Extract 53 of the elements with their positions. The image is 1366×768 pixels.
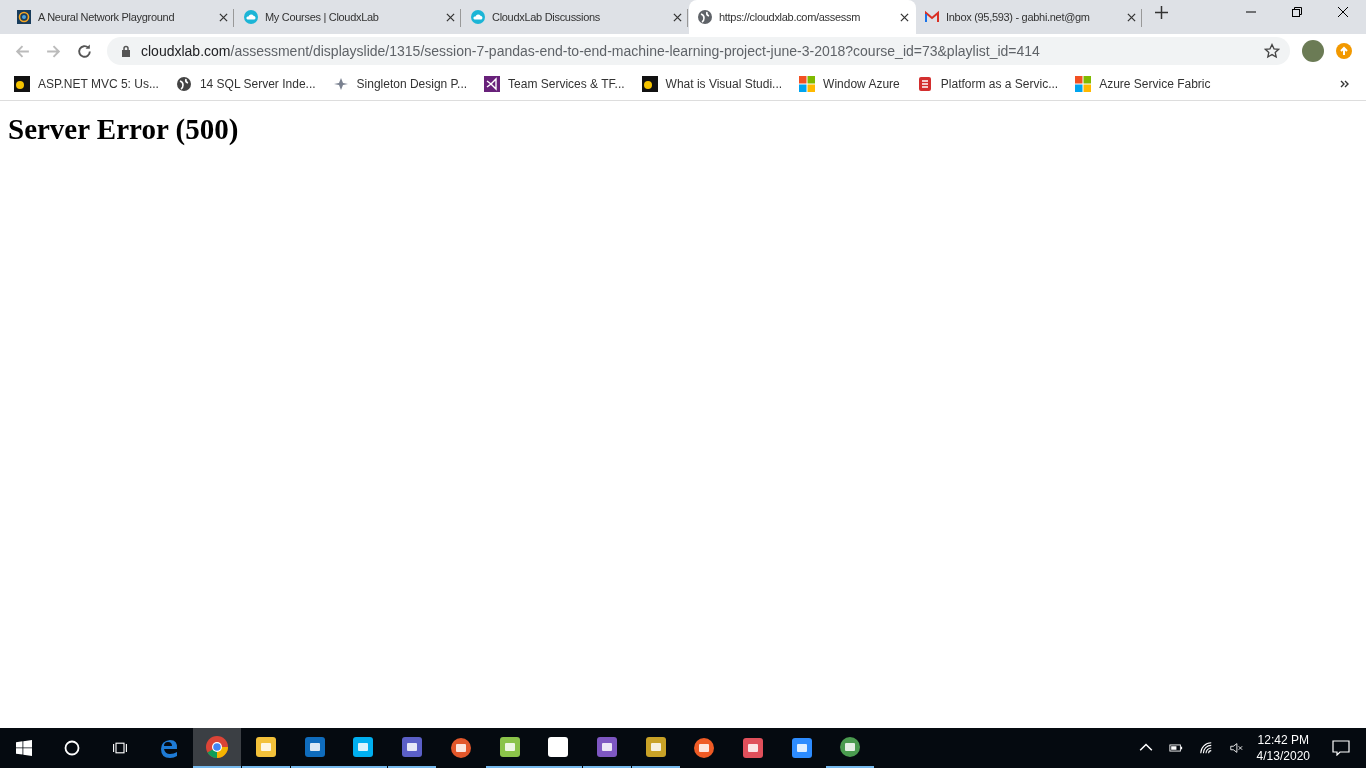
close-icon[interactable] bbox=[1337, 6, 1349, 18]
browser-tab[interactable]: A Neural Network Playground bbox=[8, 0, 235, 34]
chrome-icon bbox=[205, 735, 230, 759]
browser-tab[interactable]: Inbox (95,593) - gabhi.net@gm bbox=[916, 0, 1143, 34]
page-heading: Server Error (500) bbox=[8, 113, 240, 146]
new-tab-icon[interactable] bbox=[1155, 5, 1168, 19]
close-tab-icon[interactable] bbox=[1127, 12, 1136, 22]
profile-avatar[interactable] bbox=[1302, 40, 1324, 62]
windows-start-icon[interactable] bbox=[16, 740, 32, 756]
restore-icon[interactable] bbox=[1291, 6, 1303, 18]
browser-tab[interactable]: CloudxLab Discussions bbox=[462, 0, 689, 34]
document-icon bbox=[916, 76, 933, 92]
bookmark-item[interactable]: 14 SQL Server Inde... bbox=[175, 76, 316, 92]
bookmark-star-icon[interactable] bbox=[1264, 43, 1280, 59]
clock-time: 12:42 PM bbox=[1257, 732, 1309, 748]
bookmark-item[interactable]: Azure Service Fabric bbox=[1075, 76, 1211, 92]
close-tab-icon[interactable] bbox=[900, 12, 909, 22]
bookmark-item[interactable]: What is Visual Studi... bbox=[641, 76, 783, 92]
bookmark-favicon-icon bbox=[14, 76, 30, 92]
visual-studio-icon bbox=[484, 76, 501, 92]
cloud-icon bbox=[470, 9, 486, 25]
mail-icon bbox=[924, 9, 940, 25]
battery-icon[interactable] bbox=[1168, 741, 1183, 755]
wifi-icon[interactable] bbox=[1198, 741, 1213, 755]
bookmark-item[interactable]: Platform as a Servic... bbox=[916, 76, 1059, 92]
close-tab-icon[interactable] bbox=[219, 12, 228, 22]
bookmark-favicon-icon bbox=[641, 76, 658, 92]
clock[interactable]: 12:42 PM 4/13/2020 bbox=[1256, 732, 1310, 764]
close-tab-icon[interactable] bbox=[446, 12, 455, 22]
globe-icon bbox=[697, 9, 713, 25]
spiral-icon bbox=[16, 9, 32, 25]
close-tab-icon[interactable] bbox=[673, 12, 682, 22]
taskbar-app-button[interactable] bbox=[193, 728, 242, 768]
bookmark-item[interactable]: Singleton Design P... bbox=[332, 76, 468, 92]
cloud-icon bbox=[243, 9, 259, 25]
task-view-icon[interactable] bbox=[112, 740, 128, 756]
reload-icon[interactable] bbox=[76, 42, 93, 60]
muted-speaker-icon[interactable] bbox=[1228, 741, 1243, 755]
url-text: cloudxlab.com/assessment/displayslide/1315/session-7-pandas-end-to-end-machine-learning-project-june-3-2018?course_id=73&playlist_id=414 bbox=[141, 43, 1040, 59]
four-squares-icon bbox=[799, 76, 816, 92]
bookmark-item[interactable]: Team Services & TF... bbox=[484, 76, 625, 92]
lock-icon bbox=[121, 45, 131, 57]
notification-icon[interactable] bbox=[1332, 740, 1350, 756]
search-icon[interactable] bbox=[64, 740, 80, 756]
bookmark-item[interactable]: ASP.NET MVC 5: Us... bbox=[14, 76, 159, 92]
four-squares-icon bbox=[1075, 76, 1092, 92]
clock-date: 4/13/2020 bbox=[1256, 748, 1310, 764]
browser-tab[interactable]: https://cloudxlab.com/assessm bbox=[689, 0, 916, 34]
browser-tab[interactable]: My Courses | CloudxLab bbox=[235, 0, 462, 34]
address-bar[interactable]: cloudxlab.com/assessment/displayslide/1315/session-7-pandas-end-to-end-machine-learning-project-june-3-2018?course_id=73&playlist_id=414 bbox=[107, 37, 1290, 65]
chevron-icon[interactable] bbox=[1340, 79, 1350, 89]
bookmark-item[interactable]: Window Azure bbox=[799, 76, 900, 92]
globe-icon bbox=[175, 76, 192, 92]
